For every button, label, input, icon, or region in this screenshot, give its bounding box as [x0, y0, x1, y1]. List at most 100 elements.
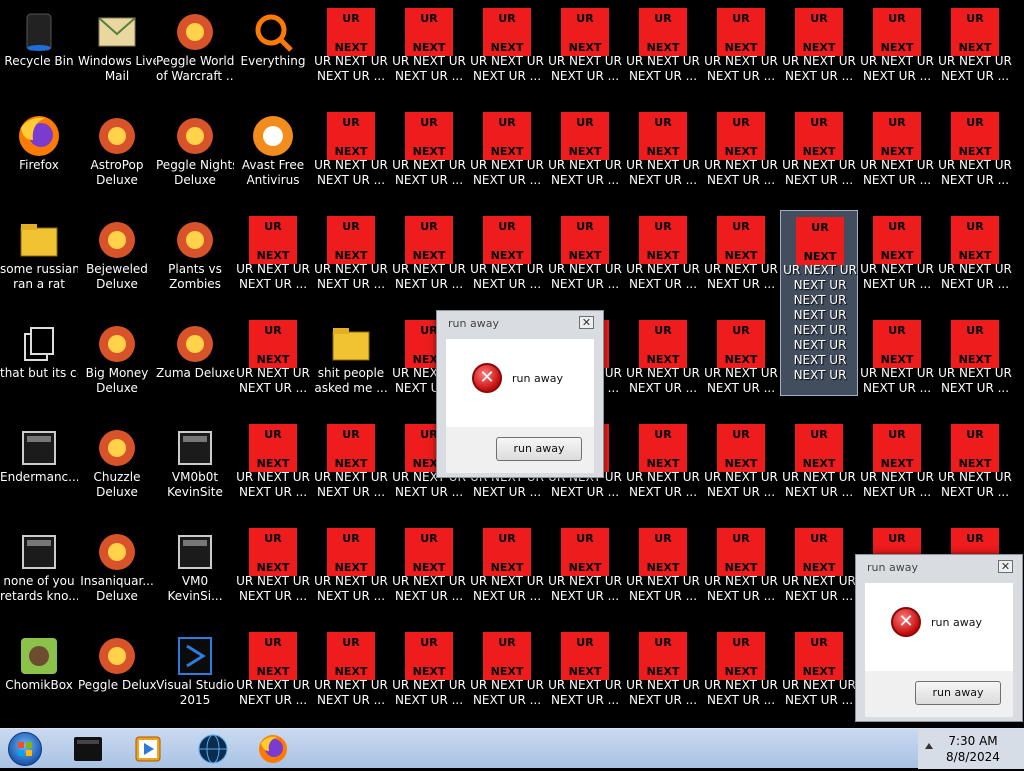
- desktop-icon[interactable]: Windows Live Mail: [78, 2, 156, 106]
- desktop-icon[interactable]: URNEXTUR NEXT URNEXT UR ...: [312, 418, 390, 522]
- desktop-icon[interactable]: URNEXTUR NEXT URNEXT UR ...: [468, 2, 546, 106]
- desktop-icon[interactable]: URNEXTUR NEXT URNEXT UR ...: [390, 522, 468, 626]
- desktop-icon[interactable]: URNEXTUR NEXT URNEXT UR ...: [702, 2, 780, 106]
- desktop-icon[interactable]: URNEXTUR NEXT URNEXT UR ...: [624, 522, 702, 626]
- desktop-icon[interactable]: URNEXTUR NEXT URNEXT UR ...: [624, 106, 702, 210]
- desktop-icon[interactable]: none of you retards kno...: [0, 522, 78, 626]
- desktop-icon[interactable]: that but its c#: [0, 314, 78, 418]
- desktop-icon-label: UR NEXT URNEXT UR ...: [860, 366, 934, 395]
- desktop-icon[interactable]: URNEXTUR NEXT URNEXT UR ...: [546, 522, 624, 626]
- ur-next-icon: URNEXT: [795, 632, 843, 680]
- desktop-icon[interactable]: URNEXTUR NEXT URNEXT UR ...: [390, 626, 468, 728]
- desktop-icon[interactable]: AstroPop Deluxe: [78, 106, 156, 210]
- desktop-icon[interactable]: URNEXTUR NEXT URNEXT UR ...: [546, 626, 624, 728]
- desktop-icon[interactable]: URNEXTUR NEXT URNEXT UR ...: [858, 314, 936, 418]
- desktop-icon[interactable]: URNEXTUR NEXT URNEXT UR ...: [702, 626, 780, 728]
- desktop-icon[interactable]: Avast Free Antivirus: [234, 106, 312, 210]
- desktop-icon[interactable]: VM0b0t KevinSite: [156, 418, 234, 522]
- desktop-icon[interactable]: URNEXTUR NEXT URNEXT UR ...: [858, 210, 936, 314]
- desktop-icon[interactable]: URNEXTUR NEXT URNEXT UR ...: [702, 314, 780, 418]
- desktop-icon[interactable]: URNEXTUR NEXT URNEXT UR ...: [234, 418, 312, 522]
- taskbar-firefox-button[interactable]: [245, 731, 301, 767]
- desktop-icon[interactable]: URNEXTUR NEXT URNEXT UR ...: [312, 626, 390, 728]
- desktop-icon[interactable]: URNEXTUR NEXT URNEXT UR ...: [624, 626, 702, 728]
- desktop-icon[interactable]: URNEXTUR NEXT URNEXT UR ...: [624, 210, 702, 314]
- desktop-icon[interactable]: URNEXTUR NEXT URNEXT UR ...: [936, 2, 1014, 106]
- desktop-icon[interactable]: Peggle Nights Deluxe: [156, 106, 234, 210]
- desktop-icon[interactable]: VM0 KevinSi...: [156, 522, 234, 626]
- desktop-icon[interactable]: Plants vs Zombies: [156, 210, 234, 314]
- desktop-icon[interactable]: URNEXTUR NEXT URNEXT UR ...: [234, 314, 312, 418]
- desktop-icon[interactable]: URNEXTUR NEXT URNEXT UR ...: [390, 106, 468, 210]
- desktop-icon[interactable]: Zuma Deluxe: [156, 314, 234, 418]
- desktop-icon[interactable]: URNEXTUR NEXT URNEXT UR ...: [312, 2, 390, 106]
- error-dialog[interactable]: run away ✕ ✕ run away run away: [855, 554, 1023, 722]
- ur-next-icon: URNEXT: [483, 112, 531, 160]
- clock[interactable]: 7:30 AM 8/8/2024: [940, 733, 1006, 765]
- close-icon[interactable]: ✕: [579, 316, 594, 329]
- desktop-icon[interactable]: URNEXTUR NEXT URNEXT UR ...: [702, 210, 780, 314]
- desktop-icon[interactable]: UR NEXT UR NEXT UR NEXT UR NEXT UR NEXT UR NEX…: [780, 210, 858, 396]
- dialog-titlebar[interactable]: run away ✕: [856, 555, 1022, 581]
- desktop-icon-label: UR NEXT URNEXT UR ...: [236, 262, 310, 291]
- desktop-icon[interactable]: URNEXTUR NEXT URNEXT UR ...: [936, 106, 1014, 210]
- desktop-icon[interactable]: URNEXTUR NEXT URNEXT UR ...: [702, 106, 780, 210]
- run-away-button[interactable]: run away: [915, 681, 1001, 705]
- desktop-icon[interactable]: Everything: [234, 2, 312, 106]
- desktop-icon[interactable]: URNEXTUR NEXT URNEXT UR ...: [624, 314, 702, 418]
- desktop-icon[interactable]: Chuzzle Deluxe: [78, 418, 156, 522]
- desktop-icon[interactable]: URNEXTUR NEXT URNEXT UR ...: [780, 106, 858, 210]
- ur-next-icon: URNEXT: [639, 632, 687, 680]
- desktop-icon[interactable]: Peggle Deluxe: [78, 626, 156, 728]
- desktop-icon[interactable]: some russian ran a rat: [0, 210, 78, 314]
- desktop-icon[interactable]: URNEXTUR NEXT URNEXT UR ...: [780, 626, 858, 728]
- desktop-icon[interactable]: URNEXTUR NEXT URNEXT UR ...: [234, 626, 312, 728]
- taskbar-globe-button[interactable]: [185, 731, 241, 767]
- desktop-icon[interactable]: Insaniquar... Deluxe: [78, 522, 156, 626]
- desktop-icon[interactable]: URNEXTUR NEXT URNEXT UR ...: [936, 418, 1014, 522]
- desktop-icon[interactable]: URNEXTUR NEXT URNEXT UR ...: [780, 522, 858, 626]
- desktop-icon[interactable]: URNEXTUR NEXT URNEXT UR ...: [312, 210, 390, 314]
- desktop-icon[interactable]: URNEXTUR NEXT URNEXT UR ...: [468, 626, 546, 728]
- desktop-icon[interactable]: URNEXTUR NEXT URNEXT UR ...: [546, 2, 624, 106]
- desktop-icon[interactable]: Firefox: [0, 106, 78, 210]
- desktop-icon[interactable]: URNEXTUR NEXT URNEXT UR ...: [390, 210, 468, 314]
- desktop-icon[interactable]: URNEXTUR NEXT URNEXT UR ...: [234, 522, 312, 626]
- desktop-icon[interactable]: Visual Studio 2015: [156, 626, 234, 728]
- desktop-icon[interactable]: URNEXTUR NEXT URNEXT UR ...: [858, 2, 936, 106]
- desktop-icon[interactable]: URNEXTUR NEXT URNEXT UR ...: [234, 210, 312, 314]
- desktop-icon[interactable]: URNEXTUR NEXT URNEXT UR ...: [546, 210, 624, 314]
- desktop-icon[interactable]: URNEXTUR NEXT URNEXT UR ...: [702, 418, 780, 522]
- desktop-icon[interactable]: URNEXTUR NEXT URNEXT UR ...: [312, 522, 390, 626]
- desktop-icon[interactable]: URNEXTUR NEXT URNEXT UR ...: [468, 522, 546, 626]
- desktop-icon[interactable]: URNEXTUR NEXT URNEXT UR ...: [702, 522, 780, 626]
- desktop-icon[interactable]: Bejeweled Deluxe: [78, 210, 156, 314]
- close-icon[interactable]: ✕: [998, 560, 1013, 573]
- taskbar-media-player-button[interactable]: [120, 731, 176, 767]
- desktop-icon[interactable]: Endermanc...: [0, 418, 78, 522]
- desktop-icon[interactable]: URNEXTUR NEXT URNEXT UR ...: [546, 106, 624, 210]
- desktop-icon[interactable]: URNEXTUR NEXT URNEXT UR ...: [858, 418, 936, 522]
- desktop-icon[interactable]: URNEXTUR NEXT URNEXT UR ...: [780, 418, 858, 522]
- desktop-icon[interactable]: shit people asked me ...: [312, 314, 390, 418]
- error-dialog[interactable]: run away ✕ ✕ run away run away: [436, 310, 604, 478]
- desktop-icon[interactable]: ChomikBox: [0, 626, 78, 728]
- desktop-icon[interactable]: Big Money Deluxe: [78, 314, 156, 418]
- desktop-icon[interactable]: URNEXTUR NEXT URNEXT UR ...: [624, 418, 702, 522]
- desktop-icon[interactable]: Peggle World of Warcraft ...: [156, 2, 234, 106]
- dialog-titlebar[interactable]: run away ✕: [437, 311, 603, 337]
- desktop-icon[interactable]: URNEXTUR NEXT URNEXT UR ...: [936, 210, 1014, 314]
- desktop-icon[interactable]: URNEXTUR NEXT URNEXT UR ...: [312, 106, 390, 210]
- desktop-icon[interactable]: URNEXTUR NEXT URNEXT UR ...: [936, 314, 1014, 418]
- desktop-icon[interactable]: URNEXTUR NEXT URNEXT UR ...: [390, 2, 468, 106]
- desktop-icon[interactable]: URNEXTUR NEXT URNEXT UR ...: [858, 106, 936, 210]
- desktop-icon[interactable]: Recycle Bin: [0, 2, 78, 106]
- desktop-icon[interactable]: URNEXTUR NEXT URNEXT UR ...: [468, 106, 546, 210]
- start-button[interactable]: [8, 732, 42, 766]
- show-hidden-icons-icon[interactable]: [925, 743, 933, 749]
- desktop-icon[interactable]: URNEXTUR NEXT URNEXT UR ...: [780, 2, 858, 106]
- run-away-button[interactable]: run away: [496, 437, 582, 461]
- desktop-icon[interactable]: URNEXTUR NEXT URNEXT UR ...: [468, 210, 546, 314]
- desktop-icon[interactable]: URNEXTUR NEXT URNEXT UR ...: [624, 2, 702, 106]
- taskbar-terminal-button[interactable]: [60, 731, 116, 767]
